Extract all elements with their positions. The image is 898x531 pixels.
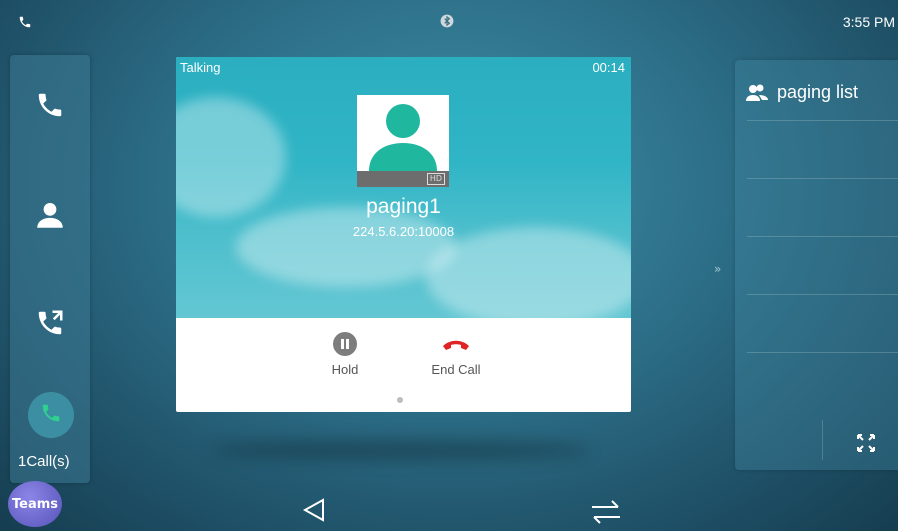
avatar: HD: [357, 95, 449, 187]
card-shadow: [210, 440, 590, 460]
paging-list-title: paging list: [777, 82, 859, 102]
hold-button[interactable]: Hold: [305, 332, 385, 377]
call-header: Talking 00:14 HD paging1 224.5.6.20:1000…: [176, 57, 631, 318]
cloud-decoration: [236, 207, 456, 287]
end-call-button[interactable]: End Call: [416, 332, 496, 377]
hd-bar: HD: [357, 171, 449, 187]
phone-status-icon: [18, 14, 32, 33]
end-call-label: End Call: [431, 362, 481, 377]
avatar-person-icon: [369, 104, 437, 171]
bluetooth-icon: [440, 13, 454, 32]
expand-panel-icon[interactable]: »: [714, 262, 721, 276]
divider: [747, 294, 898, 295]
hd-badge: HD: [426, 173, 445, 185]
call-timer: 00:14: [592, 60, 625, 75]
contact-icon: [33, 198, 67, 236]
left-sidebar: 1Call(s): [10, 55, 90, 483]
status-bar: 3:55 PM: [0, 0, 898, 44]
sidebar-item-contacts[interactable]: [10, 187, 90, 247]
hold-label: Hold: [331, 362, 359, 377]
divider: [747, 236, 898, 237]
hang-up-icon: [441, 340, 471, 360]
back-icon[interactable]: [302, 497, 326, 527]
active-calls-count: 1Call(s): [18, 453, 70, 470]
contact-name: paging1: [366, 195, 441, 218]
active-call-button[interactable]: [28, 392, 74, 438]
divider: [747, 178, 898, 179]
clock: 3:55 PM: [842, 14, 895, 30]
divider: [822, 420, 823, 460]
page-indicator: [397, 397, 403, 403]
call-forward-icon: [35, 308, 65, 342]
paging-list-panel: paging list: [735, 60, 898, 470]
teams-button[interactable]: Teams: [8, 481, 62, 527]
sidebar-item-call-forward[interactable]: [10, 295, 90, 355]
sidebar-item-phone[interactable]: [10, 77, 90, 137]
phone-icon: [35, 90, 65, 124]
phone-icon: [40, 402, 62, 428]
swap-icon[interactable]: [590, 498, 622, 530]
teams-label: Teams: [11, 496, 58, 512]
group-icon: [746, 84, 768, 101]
fullscreen-icon[interactable]: [855, 432, 877, 458]
pause-icon: [333, 332, 357, 356]
contact-address: 224.5.6.20:10008: [352, 224, 455, 239]
call-card: Talking 00:14 HD paging1 224.5.6.20:1000…: [176, 57, 631, 412]
cloud-decoration: [426, 227, 631, 318]
call-status: Talking: [180, 60, 221, 75]
divider: [747, 352, 898, 353]
paging-list-header[interactable]: paging list: [745, 82, 858, 103]
divider: [747, 120, 898, 121]
